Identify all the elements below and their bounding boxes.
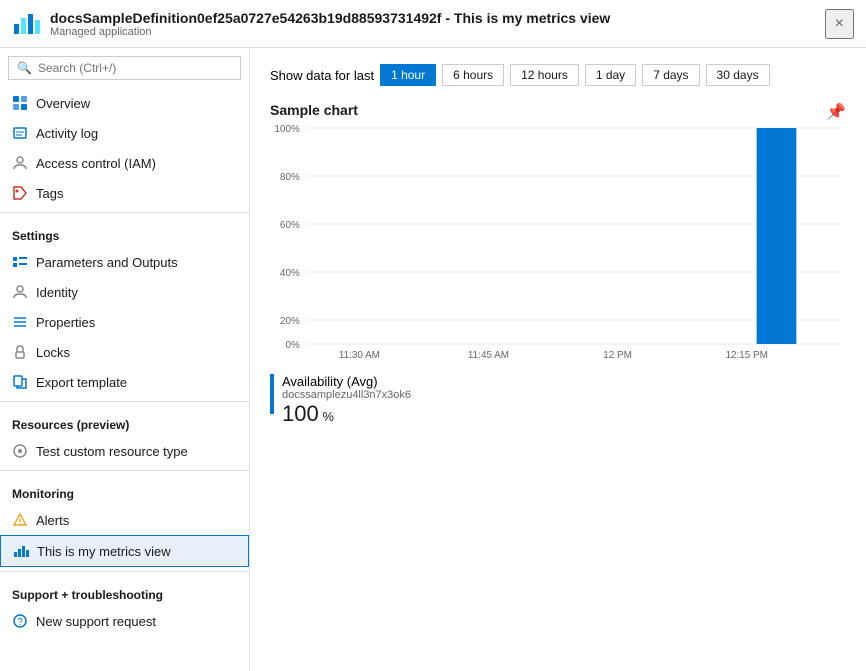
sidebar-item-access-control[interactable]: Access control (IAM) <box>0 148 249 178</box>
chart-title: Sample chart <box>270 102 358 118</box>
sidebar-item-locks[interactable]: Locks <box>0 337 249 367</box>
activity-log-icon <box>12 125 28 141</box>
params-icon <box>12 254 28 270</box>
sidebar-item-test-custom[interactable]: Test custom resource type <box>0 436 249 466</box>
sidebar-item-tags[interactable]: Tags <box>0 178 249 208</box>
export-icon <box>12 374 28 390</box>
metrics-view-icon <box>13 543 29 559</box>
section-resources: Resources (preview) <box>0 406 249 436</box>
chart-wrapper: 100% 80% 60% 40% 20% 0% 11:30 AM 11:45 A <box>270 118 846 358</box>
svg-text:80%: 80% <box>280 172 300 183</box>
activity-log-label: Activity log <box>36 126 98 141</box>
access-control-label: Access control (IAM) <box>36 156 156 171</box>
svg-text:11:45 AM: 11:45 AM <box>468 350 509 358</box>
title-bar-left: docsSampleDefinition0ef25a0727e54263b19d… <box>12 10 610 38</box>
sidebar-item-metrics-view[interactable]: This is my metrics view <box>0 535 249 567</box>
test-custom-label: Test custom resource type <box>36 444 188 459</box>
access-control-icon <box>12 155 28 171</box>
overview-icon <box>12 95 28 111</box>
sidebar-item-properties[interactable]: Properties <box>0 307 249 337</box>
legend-color-bar <box>270 374 274 414</box>
svg-text:60%: 60% <box>280 220 300 231</box>
identity-icon <box>12 284 28 300</box>
locks-label: Locks <box>36 345 70 360</box>
content-area: Show data for last 1 hour 6 hours 12 hou… <box>250 48 866 671</box>
export-label: Export template <box>36 375 127 390</box>
svg-text:12 PM: 12 PM <box>603 350 632 358</box>
sidebar-item-alerts[interactable]: Alerts <box>0 505 249 535</box>
svg-text:?: ? <box>17 617 23 628</box>
time-btn-12hours[interactable]: 12 hours <box>510 64 579 86</box>
locks-icon <box>12 344 28 360</box>
new-support-label: New support request <box>36 614 156 629</box>
title-text: docsSampleDefinition0ef25a0727e54263b19d… <box>50 10 610 38</box>
svg-text:12:15 PM: 12:15 PM <box>725 350 767 358</box>
time-btn-1day[interactable]: 1 day <box>585 64 636 86</box>
search-input[interactable] <box>38 61 232 75</box>
chart-legend: Availability (Avg) docssamplezu4ll3n7x3o… <box>270 366 846 435</box>
svg-text:11:30 AM: 11:30 AM <box>339 350 380 358</box>
properties-label: Properties <box>36 315 95 330</box>
params-label: Parameters and Outputs <box>36 255 178 270</box>
svg-text:0%: 0% <box>285 340 299 351</box>
time-filter-label: Show data for last <box>270 68 374 83</box>
sidebar-item-params[interactable]: Parameters and Outputs <box>0 247 249 277</box>
svg-text:20%: 20% <box>280 316 300 327</box>
time-filter: Show data for last 1 hour 6 hours 12 hou… <box>270 64 846 86</box>
chart-section: Sample chart 📌 100% 80% 60% 40% 20% 0% <box>270 102 846 435</box>
divider-1 <box>0 212 249 213</box>
svg-text:40%: 40% <box>280 268 300 279</box>
section-support: Support + troubleshooting <box>0 576 249 606</box>
alerts-icon <box>12 512 28 528</box>
legend-value-row: 100 % <box>282 401 411 427</box>
svg-text:100%: 100% <box>274 124 300 135</box>
divider-3 <box>0 470 249 471</box>
legend-info: Availability (Avg) docssamplezu4ll3n7x3o… <box>282 374 411 427</box>
sidebar-nav: Overview Activity log Access control (IA… <box>0 88 249 671</box>
legend-value: 100 <box>282 401 319 426</box>
chart-bar <box>757 128 797 344</box>
search-box[interactable]: 🔍 <box>8 56 241 80</box>
tags-label: Tags <box>36 186 63 201</box>
sidebar: 🔍 Overview Activity lo <box>0 48 250 671</box>
section-monitoring: Monitoring <box>0 475 249 505</box>
time-btn-1hour[interactable]: 1 hour <box>380 64 436 86</box>
page-subtitle: Managed application <box>50 26 610 38</box>
sidebar-item-overview[interactable]: Overview <box>0 88 249 118</box>
support-icon: ? <box>12 613 28 629</box>
title-bar: docsSampleDefinition0ef25a0727e54263b19d… <box>0 0 866 48</box>
chart-svg: 100% 80% 60% 40% 20% 0% 11:30 AM 11:45 A <box>270 118 846 358</box>
time-btn-30days[interactable]: 30 days <box>706 64 770 86</box>
legend-subtitle: docssamplezu4ll3n7x3ok6 <box>282 389 411 401</box>
metrics-view-label: This is my metrics view <box>37 544 171 559</box>
time-btn-6hours[interactable]: 6 hours <box>442 64 504 86</box>
overview-label: Overview <box>36 96 90 111</box>
identity-label: Identity <box>36 285 78 300</box>
test-custom-icon <box>12 443 28 459</box>
divider-4 <box>0 571 249 572</box>
properties-icon <box>12 314 28 330</box>
close-button[interactable]: × <box>825 9 854 39</box>
legend-unit: % <box>322 409 334 424</box>
sidebar-item-activity-log[interactable]: Activity log <box>0 118 249 148</box>
section-settings: Settings <box>0 217 249 247</box>
sidebar-item-identity[interactable]: Identity <box>0 277 249 307</box>
search-icon: 🔍 <box>17 61 32 75</box>
alerts-label: Alerts <box>36 513 69 528</box>
legend-title: Availability (Avg) <box>282 374 411 389</box>
page-title: docsSampleDefinition0ef25a0727e54263b19d… <box>50 10 610 26</box>
app-icon <box>12 10 40 38</box>
divider-2 <box>0 401 249 402</box>
time-btn-7days[interactable]: 7 days <box>642 64 699 86</box>
sidebar-item-export[interactable]: Export template <box>0 367 249 397</box>
tags-icon <box>12 185 28 201</box>
main-layout: 🔍 Overview Activity lo <box>0 48 866 671</box>
sidebar-item-new-support[interactable]: ? New support request <box>0 606 249 636</box>
